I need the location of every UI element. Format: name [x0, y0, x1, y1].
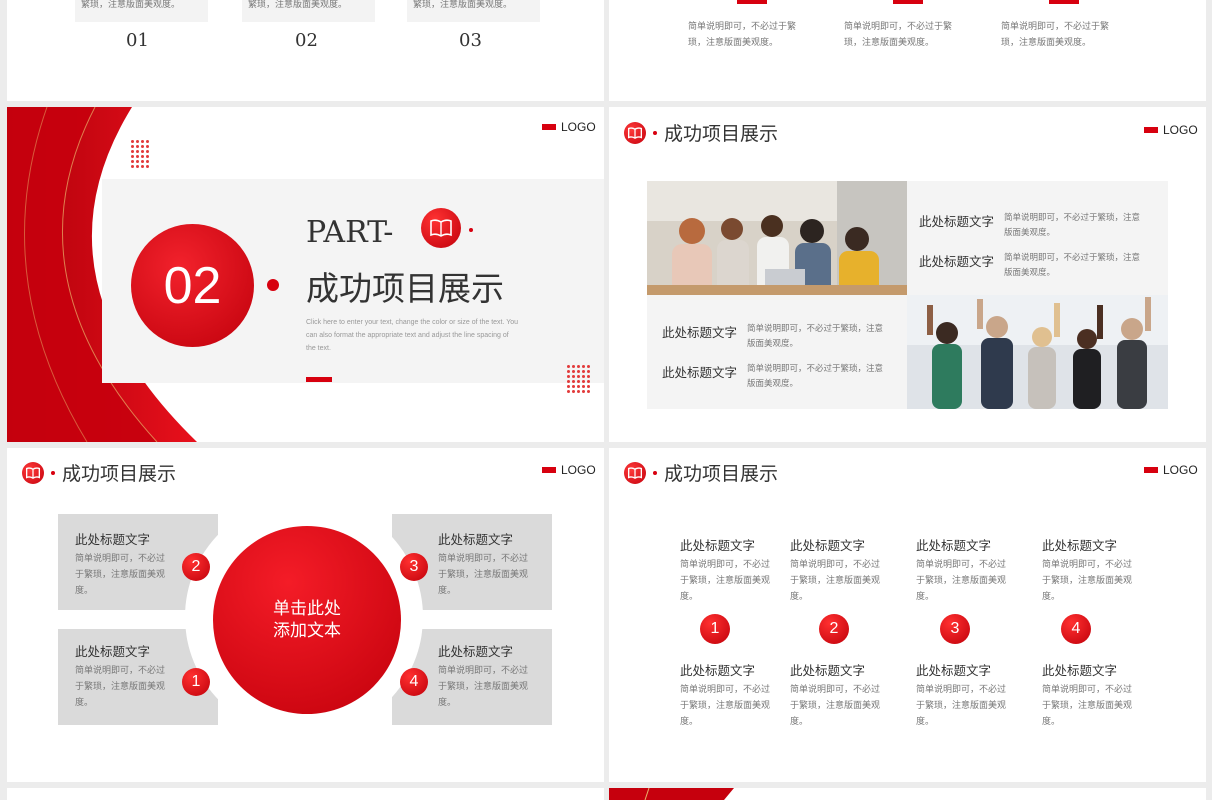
- header-dot: [653, 470, 657, 475]
- part-label: PART-: [306, 215, 394, 250]
- top-right-mark-1: [737, 0, 767, 4]
- slide-four-columns: 成功项目展示 LOGO 此处标题文字 简单说明即可，不必过 于繁琐，注意版面美观度…: [609, 448, 1206, 782]
- top-left-text-1: 繁琐，注意版面美观度。: [81, 0, 181, 10]
- section-title: 成功项目展示: [62, 463, 177, 485]
- slide-bottom-left-partial: [7, 788, 604, 800]
- header-dot: [653, 130, 657, 135]
- slide-center-circle: 成功项目展示 LOGO 单击此处 添加文本 此处标题文字 简单说明即可，不必过于…: [7, 448, 604, 782]
- book-icon: [624, 461, 646, 484]
- book-icon: [421, 208, 461, 248]
- slide-bottom-right-partial: [609, 788, 1206, 800]
- red-dot: [267, 279, 279, 291]
- number-badge-1: 1: [700, 614, 730, 644]
- box-content-2: 此处标题文字 简单说明即可，不必过 于繁琐，注意版面美观 度。: [75, 532, 166, 596]
- top-right-text-3: 简单说明即可，不必过于繁 琐，注意版面美观度。: [1001, 22, 1110, 48]
- column-4-top: 此处标题文字 简单说明即可，不必过 于繁琐，注意版面美观 度。: [1042, 538, 1133, 602]
- slide-top-right: 简单说明即可，不必过于繁 琐，注意版面美观度。 简单说明即可，不必过于繁 琐，注意版…: [609, 0, 1206, 101]
- top-left-text-3: 繁琐，注意版面美观度。: [413, 0, 513, 10]
- section-title: 成功项目展示: [664, 463, 779, 485]
- logo: LOGO: [542, 463, 596, 477]
- small-red-dot: [469, 228, 473, 232]
- red-arc-decoration: [609, 788, 734, 800]
- logo-mark: [542, 467, 556, 473]
- top-left-num-2: 02: [295, 30, 318, 51]
- number-badge-2: 2: [182, 553, 210, 581]
- section-title: 成功项目展示: [664, 123, 779, 145]
- center-circle[interactable]: 单击此处 添加文本: [213, 526, 401, 714]
- number-badge-4: 4: [400, 668, 428, 696]
- number-badge-3: 3: [400, 553, 428, 581]
- column-2-bottom: 此处标题文字 简单说明即可，不必过 于繁琐，注意版面美观 度。: [790, 663, 881, 727]
- top-left-num-3: 03: [459, 30, 482, 51]
- top-right-text-2: 简单说明即可，不必过于繁 琐，注意版面美观度。: [844, 22, 953, 48]
- top-right-text-1: 简单说明即可，不必过于繁 琐，注意版面美观度。: [688, 22, 797, 48]
- column-4-bottom: 此处标题文字 简单说明即可，不必过 于繁琐，注意版面美观 度。: [1042, 663, 1133, 727]
- logo-mark: [542, 124, 556, 130]
- photo-cell-3: 此处标题文字 简单说明即可，不必过于繁琐，注意 版面美观度。: [662, 324, 884, 349]
- number-badge-1: 1: [182, 668, 210, 696]
- part-title: 成功项目展示: [306, 269, 504, 308]
- column-2-top: 此处标题文字 简单说明即可，不必过 于繁琐，注意版面美观 度。: [790, 538, 881, 602]
- box-content-4: 此处标题文字 简单说明即可，不必过 于繁琐，注意版面美观 度。: [438, 644, 529, 708]
- number-badge-4: 4: [1061, 614, 1091, 644]
- box-content-3: 此处标题文字 简单说明即可，不必过 于繁琐，注意版面美观 度。: [438, 532, 529, 596]
- column-1-top: 此处标题文字 简单说明即可，不必过 于繁琐，注意版面美观 度。: [680, 538, 771, 602]
- photo-cell-4: 此处标题文字 简单说明即可，不必过于繁琐，注意 版面美观度。: [662, 364, 884, 389]
- dots-decoration-top: [131, 140, 149, 168]
- photo-cell-1: 此处标题文字 简单说明即可，不必过于繁琐，注意 版面美观度。: [919, 213, 1141, 238]
- slide-part-02: LOGO 02 PART- 成功项目展示 Click here to enter…: [7, 107, 604, 442]
- center-text-line-2: 添加文本: [273, 621, 341, 641]
- column-3-top: 此处标题文字 简单说明即可，不必过 于繁琐，注意版面美观 度。: [916, 538, 1007, 602]
- logo-mark: [1144, 127, 1158, 133]
- logo-text: LOGO: [1163, 123, 1198, 137]
- logo-text: LOGO: [561, 120, 596, 134]
- logo: LOGO: [1144, 463, 1198, 477]
- top-right-mark-3: [1049, 0, 1079, 4]
- dots-decoration-bottom: [567, 365, 590, 393]
- book-icon: [624, 121, 646, 144]
- team-photo: [647, 181, 907, 295]
- part-description: Click here to enter your text, change th…: [306, 319, 519, 352]
- part-number: 02: [163, 256, 222, 315]
- column-3-bottom: 此处标题文字 简单说明即可，不必过 于繁琐，注意版面美观 度。: [916, 663, 1007, 727]
- header-dot: [51, 470, 55, 475]
- logo: LOGO: [1144, 123, 1198, 137]
- slide-top-left: 繁琐，注意版面美观度。 繁琐，注意版面美观度。 繁琐，注意版面美观度。 01 0…: [7, 0, 604, 101]
- photo-cell-2: 此处标题文字 简单说明即可，不必过于繁琐，注意 版面美观度。: [919, 253, 1141, 278]
- slide-header: 成功项目展示: [22, 459, 176, 486]
- logo-mark: [1144, 467, 1158, 473]
- number-badge-2: 2: [819, 614, 849, 644]
- logo-text: LOGO: [1163, 463, 1198, 477]
- center-text-line-1: 单击此处: [273, 599, 341, 619]
- box-content-1: 此处标题文字 简单说明即可，不必过 于繁琐，注意版面美观 度。: [75, 644, 166, 708]
- number-badge-3: 3: [940, 614, 970, 644]
- slide-header: 成功项目展示: [624, 459, 778, 486]
- book-icon: [22, 461, 44, 484]
- column-1-bottom: 此处标题文字 简单说明即可，不必过 于繁琐，注意版面美观 度。: [680, 663, 771, 727]
- celebration-photo: [907, 295, 1168, 409]
- slide-photo-grid: 成功项目展示 LOGO 此处标题文字 简单说明即可，不必过于繁琐，注意 版面美观度…: [609, 107, 1206, 442]
- logo-text: LOGO: [561, 463, 596, 477]
- top-right-mark-2: [893, 0, 923, 4]
- red-underline-bar: [306, 377, 332, 382]
- top-left-num-1: 01: [126, 30, 149, 51]
- logo: LOGO: [542, 120, 596, 134]
- number-circle: 02: [131, 224, 254, 347]
- slide-header: 成功项目展示: [624, 119, 778, 146]
- top-left-text-2: 繁琐，注意版面美观度。: [248, 0, 348, 10]
